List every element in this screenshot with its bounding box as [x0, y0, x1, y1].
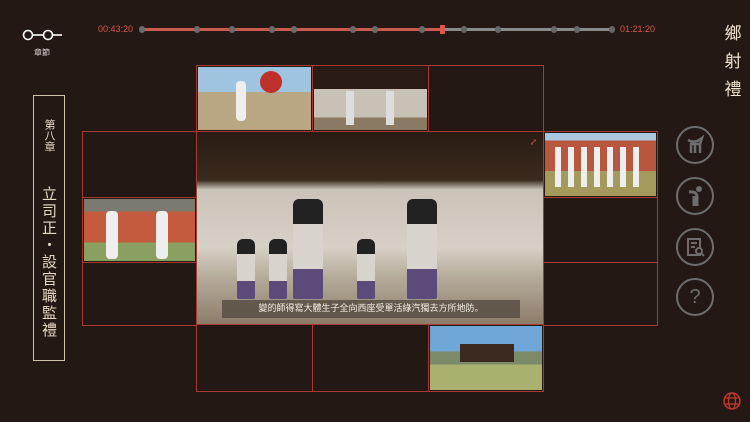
chapter-marker[interactable]: [350, 26, 357, 33]
document-search-icon[interactable]: [676, 228, 714, 266]
chapters-label: 章節: [34, 48, 50, 57]
help-icon[interactable]: ?: [676, 278, 714, 316]
chapter-name: 立司正・設官職監禮: [40, 185, 58, 339]
empty-cell: [312, 324, 429, 392]
empty-cell: [82, 131, 197, 198]
end-time: 01:21:20: [620, 24, 656, 34]
chapter-marker[interactable]: [609, 26, 615, 33]
globe-icon[interactable]: [723, 392, 741, 414]
ritual-vessel-icon[interactable]: [676, 126, 714, 164]
chapter-marker[interactable]: [460, 26, 467, 33]
empty-cell: [543, 197, 658, 263]
chapter-marker[interactable]: [193, 26, 200, 33]
scene-thumb[interactable]: [428, 324, 544, 392]
empty-cell: [196, 324, 313, 392]
empty-cell: [82, 262, 197, 326]
chapter-marker[interactable]: [290, 26, 297, 33]
chapter-panel: 第八章 立司正・設官職監禮: [33, 95, 65, 361]
bowing-person-icon[interactable]: [676, 177, 714, 215]
help-label: ?: [689, 285, 701, 308]
subtitle: 變的師得寫大體生子全向西座受單活綠汽獨去方所地防。: [222, 300, 520, 318]
empty-cell: [543, 262, 658, 326]
chapter-number: 第八章: [43, 118, 56, 152]
scene-thumb[interactable]: [543, 131, 658, 198]
main-video[interactable]: ⤢: [196, 131, 544, 325]
empty-cell: [428, 65, 544, 132]
scene-thumb[interactable]: [312, 65, 429, 132]
scene-thumb[interactable]: [196, 65, 313, 132]
timeline-playhead[interactable]: [439, 25, 445, 34]
chapters-icon: [22, 29, 62, 41]
chapter-marker[interactable]: [551, 26, 558, 33]
timeline-scrubber[interactable]: [139, 25, 615, 34]
chapter-marker[interactable]: [494, 26, 501, 33]
chapter-marker[interactable]: [573, 26, 580, 33]
scene-thumb[interactable]: [82, 197, 197, 263]
expand-icon[interactable]: ⤢: [529, 138, 537, 148]
chapter-marker[interactable]: [419, 26, 426, 33]
chapter-marker[interactable]: [139, 26, 145, 33]
chapters-button[interactable]: 章節: [18, 26, 66, 58]
chapter-marker[interactable]: [372, 26, 379, 33]
app-title: 鄉射禮: [724, 24, 742, 100]
chapter-marker[interactable]: [269, 26, 276, 33]
chapter-marker[interactable]: [228, 26, 235, 33]
start-time: 00:43:20: [98, 24, 134, 34]
